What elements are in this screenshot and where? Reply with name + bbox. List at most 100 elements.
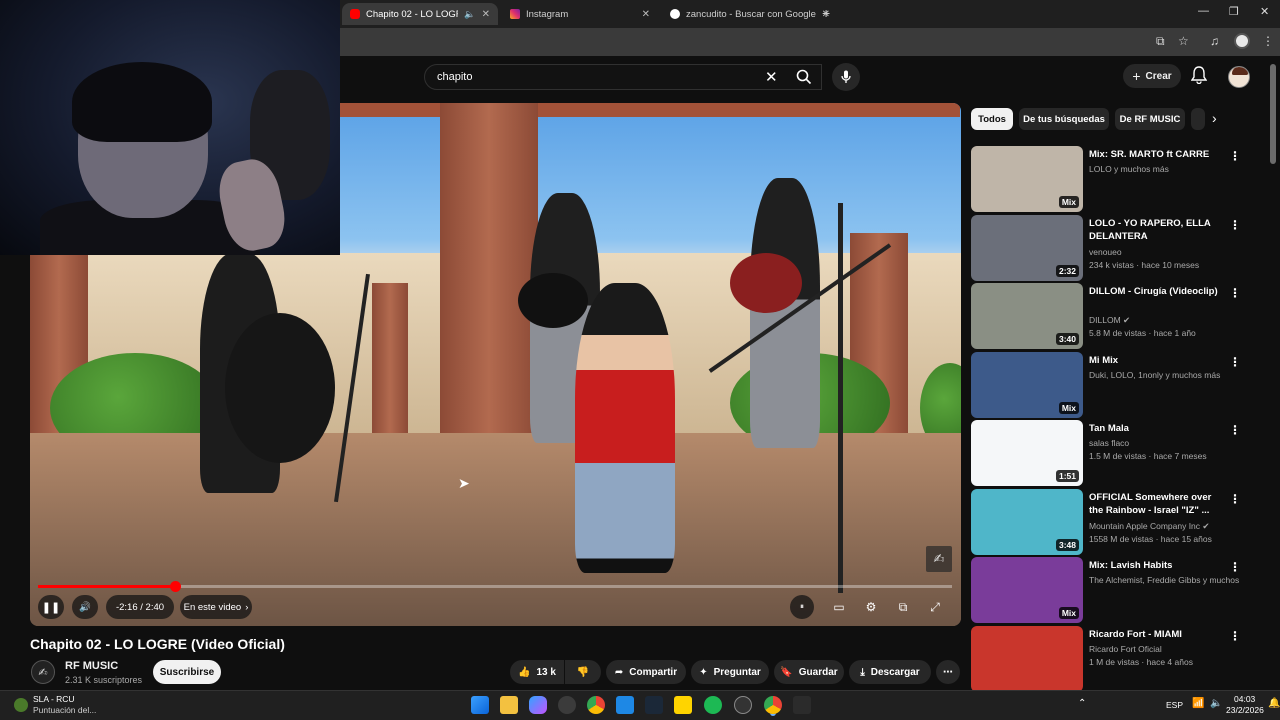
close-window-button[interactable]: ✕ (1260, 5, 1269, 18)
tab-google[interactable]: zancudito - Buscar con Google ✕ (662, 3, 838, 25)
recommendation-item[interactable]: Ricardo Fort - MIAMI Ricardo Fort Oficial… (971, 625, 1251, 692)
chip-de-tus-busquedas[interactable]: De tus búsquedas (1019, 108, 1109, 130)
account-avatar[interactable] (1228, 66, 1250, 88)
recommendation-item[interactable]: 3:40 DILLOM - Cirugía (Videoclip) DILLOM ✔… (971, 283, 1251, 349)
chrome-icon[interactable] (587, 696, 605, 714)
chip-next-partial[interactable] (1191, 108, 1205, 130)
install-app-icon[interactable]: ⧉ (1156, 34, 1165, 49)
close-tab-icon[interactable]: ✕ (642, 9, 650, 20)
close-tab-icon[interactable]: ✕ (482, 9, 490, 20)
dislike-button[interactable]: 👎 (565, 660, 601, 684)
browser-menu-icon[interactable]: ⋮ (1262, 34, 1274, 48)
obs-icon[interactable] (734, 696, 752, 714)
notes-icon[interactable] (674, 696, 692, 714)
more-actions-button[interactable]: ⋯ (936, 660, 960, 684)
recommendation-meta: 1558 M de vistas · hace 15 años (1089, 533, 1212, 544)
more-vertical-icon[interactable]: ⋮ (1229, 629, 1241, 643)
audio-icon[interactable]: 🔈 (464, 9, 475, 20)
like-count: 13 k (536, 666, 556, 678)
weather-widget-sub[interactable]: Puntuación del... (33, 705, 96, 715)
video-progress-bar[interactable] (38, 581, 952, 592)
search-button[interactable] (786, 64, 822, 90)
video-thumbnail[interactable]: 3:48 (971, 488, 1083, 555)
chip-de-rf-music[interactable]: De RF MUSIC (1115, 108, 1185, 130)
channel-name[interactable]: RF MUSIC (65, 660, 118, 672)
ask-button[interactable]: ✦ Preguntar (691, 660, 769, 684)
wifi-icon[interactable]: 📶 (1192, 698, 1204, 709)
channel-watermark[interactable]: ✍ (926, 546, 952, 572)
more-vertical-icon[interactable]: ⋮ (1229, 286, 1241, 300)
save-button[interactable]: 🔖 Guardar (774, 660, 844, 684)
clock-time[interactable]: 04:03 (1234, 694, 1255, 704)
minimize-button[interactable]: — (1198, 5, 1209, 17)
copilot-icon[interactable] (529, 696, 547, 714)
notifications-tray-icon[interactable]: 🔔 (1268, 698, 1280, 709)
recommendation-item[interactable]: 3:48 OFFICIAL Somewhere over the Rainbow … (971, 488, 1251, 555)
recommendation-channel: Ricardo Fort Oficial (1089, 643, 1162, 654)
clock-date[interactable]: 23/2/2026 (1226, 705, 1264, 715)
more-vertical-icon[interactable]: ⋮ (1229, 355, 1241, 369)
settings-button[interactable]: ⚙ (859, 595, 883, 619)
browser-profile-avatar[interactable] (1234, 33, 1250, 49)
play-pause-button[interactable]: ❚❚ (38, 595, 64, 619)
create-button[interactable]: + Crear (1123, 64, 1181, 88)
steam-icon[interactable] (645, 696, 663, 714)
video-thumbnail[interactable]: 2:32 (971, 214, 1083, 281)
fullscreen-button[interactable]: ⤢ (923, 595, 947, 619)
miniplayer-button[interactable]: ⧉ (891, 595, 915, 619)
more-vertical-icon[interactable]: ⋮ (1229, 423, 1241, 437)
more-vertical-icon[interactable]: ⋮ (1229, 560, 1241, 574)
voice-search-button[interactable] (832, 63, 860, 91)
more-vertical-icon[interactable]: ⋮ (1229, 492, 1241, 506)
input-language[interactable]: ESP (1166, 700, 1183, 710)
tab-youtube[interactable]: Chapito 02 - LO LOGRE (Vi... 🔈 ✕ (342, 3, 498, 25)
tray-chevron-icon[interactable]: ⌃ (1078, 698, 1086, 709)
search-input[interactable]: chapito ✕ (424, 64, 822, 90)
chevron-right-icon[interactable]: › (1212, 110, 1217, 126)
recommendation-item[interactable]: Mix Mi Mix Duki, LOLO, 1nonly y muchos más… (971, 351, 1251, 418)
scrollbar[interactable] (1270, 64, 1276, 164)
file-explorer-icon[interactable] (500, 696, 518, 714)
maximize-button[interactable]: ❐ (1229, 5, 1239, 18)
channel-avatar[interactable]: ✍ (31, 660, 55, 684)
steam-like-icon[interactable] (558, 696, 576, 714)
chapters-button[interactable]: En este video › (180, 595, 252, 619)
weather-widget-icon[interactable] (14, 698, 28, 712)
rocket-app-icon[interactable] (793, 696, 811, 714)
clear-search-icon[interactable]: ✕ (765, 68, 778, 86)
start-menu-icon[interactable] (471, 696, 489, 714)
chip-todos[interactable]: Todos (971, 108, 1013, 130)
media-control-icon[interactable]: ♫ (1210, 34, 1219, 48)
more-vertical-icon[interactable]: ⋮ (1229, 149, 1241, 163)
notifications-button[interactable] (1190, 66, 1208, 89)
video-thumbnail[interactable]: Mix (971, 351, 1083, 418)
download-button[interactable]: ⤓ Descargar (849, 660, 931, 684)
video-thumbnail[interactable]: 1:51 (971, 420, 1083, 486)
share-label: Compartir (629, 666, 678, 678)
weather-widget-title[interactable]: SLA - RCU (33, 694, 75, 704)
video-thumbnail[interactable] (971, 625, 1083, 692)
recommendation-title: DILLOM - Cirugía (Videoclip) (1089, 286, 1218, 297)
like-button[interactable]: 👍 13 k (510, 660, 564, 684)
recommendation-item[interactable]: 1:51 Tan Mala salas flaco 1.5 M de vistas ·… (971, 420, 1251, 486)
share-button[interactable]: ➦ Compartir (606, 660, 686, 684)
chrome-active-icon[interactable] (764, 696, 782, 714)
recommendation-item[interactable]: 2:32 LOLO - YO RAPERO, ELLA DELANTERA veno… (971, 214, 1251, 281)
recommendation-item[interactable]: Mix Mix: SR. MARTO ft CARRE LOLO y muchos … (971, 146, 1251, 212)
new-tab-button[interactable]: + (822, 5, 830, 21)
recommendation-item[interactable]: Mix Mix: Lavish Habits The Alchemist, Fred… (971, 557, 1251, 623)
volume-tray-icon[interactable]: 🔈 (1210, 698, 1222, 709)
more-vertical-icon[interactable]: ⋮ (1229, 218, 1241, 232)
video-thumbnail[interactable]: 3:40 (971, 283, 1083, 349)
tab-instagram[interactable]: Instagram ✕ (502, 3, 658, 25)
volume-button[interactable]: 🔊 (72, 595, 98, 619)
subtitles-button[interactable]: ▭ (827, 595, 851, 619)
ask-label: Preguntar (713, 666, 761, 678)
video-thumbnail[interactable]: Mix (971, 146, 1083, 212)
vscode-icon[interactable] (616, 696, 634, 714)
subscribe-button[interactable]: Suscribirse (153, 660, 221, 684)
spotify-icon[interactable] (704, 696, 722, 714)
bookmark-star-icon[interactable]: ☆ (1178, 34, 1189, 48)
autoplay-toggle[interactable]: ⏸ (790, 595, 814, 619)
video-thumbnail[interactable]: Mix (971, 557, 1083, 623)
